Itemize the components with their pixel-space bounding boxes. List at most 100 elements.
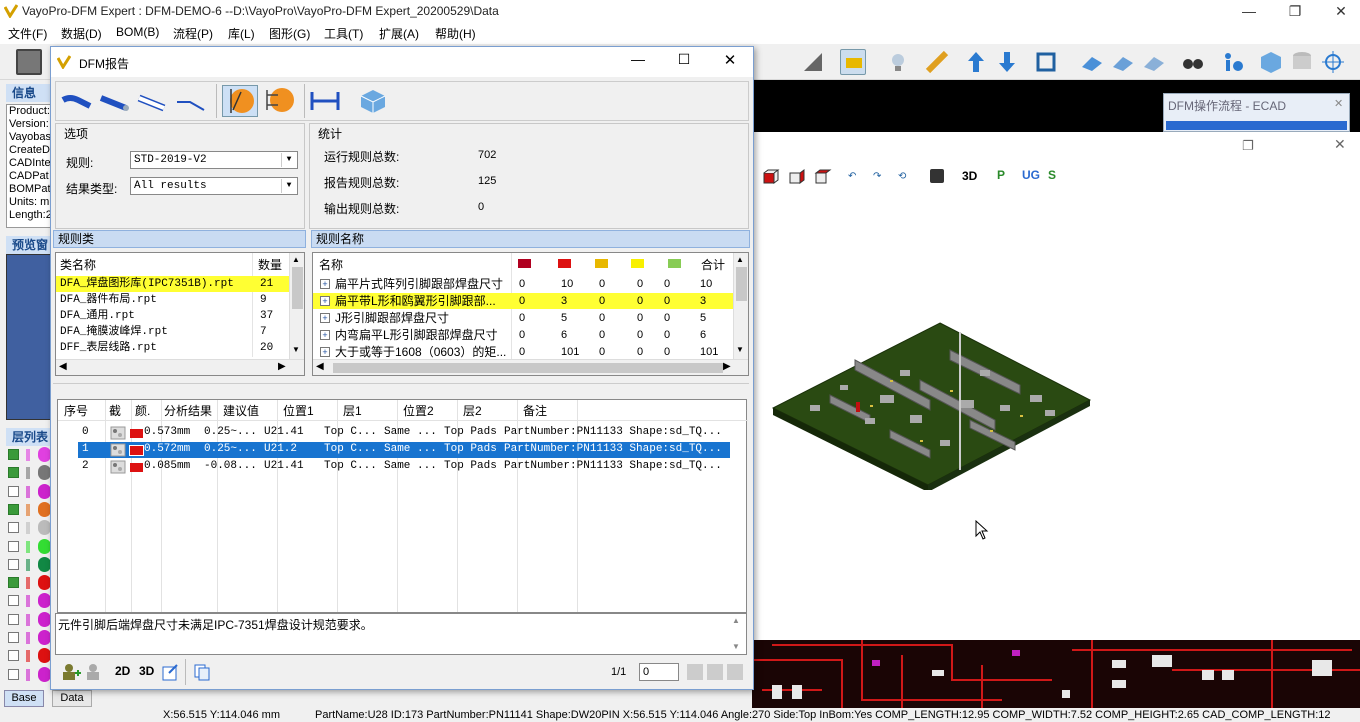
chip-icon[interactable] bbox=[840, 49, 866, 75]
scroll-down-icon[interactable]: ▼ bbox=[736, 345, 744, 354]
ruler-icon[interactable] bbox=[924, 49, 950, 75]
layer-checkbox[interactable] bbox=[8, 668, 19, 680]
expand-icon[interactable]: + bbox=[320, 279, 330, 289]
rule-header-total[interactable]: 合计 bbox=[701, 256, 725, 273]
layer-row[interactable] bbox=[6, 647, 52, 665]
bulb-icon[interactable] bbox=[885, 49, 911, 75]
scroll-down-icon[interactable]: ▼ bbox=[732, 642, 740, 651]
screenshot-icon[interactable] bbox=[110, 426, 126, 440]
category-row[interactable]: DFA_焊盘图形库(IPC7351B).rpt 21 bbox=[56, 276, 290, 292]
category-vscroll[interactable]: ▲ ▼ bbox=[289, 253, 304, 359]
menu-file[interactable]: 文件(F) bbox=[8, 25, 47, 42]
layer-row[interactable] bbox=[6, 483, 52, 501]
tab-data[interactable]: Data bbox=[52, 690, 92, 707]
menu-data[interactable]: 数据(D) bbox=[61, 25, 102, 42]
database-icon[interactable] bbox=[1289, 49, 1315, 75]
arrow-up-icon[interactable] bbox=[963, 49, 989, 75]
rule-vscroll[interactable]: ▲ ▼ bbox=[733, 253, 748, 359]
view-2d-button[interactable]: 2D bbox=[115, 664, 130, 678]
layer-checkbox[interactable] bbox=[8, 503, 19, 515]
screenshot-icon[interactable] bbox=[110, 460, 126, 474]
menu-help[interactable]: 帮助(H) bbox=[435, 25, 476, 42]
severity-2-swatch[interactable] bbox=[595, 259, 608, 268]
screenshot-icon[interactable] bbox=[110, 443, 126, 457]
tab-base[interactable]: Base bbox=[4, 690, 44, 707]
severity-3-swatch[interactable] bbox=[631, 259, 644, 268]
p-button[interactable]: P bbox=[997, 168, 1005, 182]
scroll-thumb[interactable] bbox=[292, 267, 303, 309]
preview-window[interactable] bbox=[6, 254, 52, 420]
category-row[interactable]: DFA_通用.rpt 37 bbox=[56, 308, 290, 324]
view-3d-button[interactable]: 3D bbox=[962, 169, 977, 183]
result-type-select[interactable]: All results ▼ bbox=[130, 177, 298, 195]
viewer-close-icon[interactable]: ✕ bbox=[1334, 136, 1346, 153]
rule-list[interactable]: 名称 合计 + 扁平片式阵列引脚跟部焊盘尺寸 0 10 0 0 0 10 + 扁平带L形… bbox=[312, 252, 749, 376]
layer-checkbox[interactable] bbox=[8, 449, 19, 460]
layer-row[interactable] bbox=[6, 519, 52, 537]
rule-row[interactable]: + 扁平带L形和鸥翼形引脚跟部... 0 3 0 0 0 3 bbox=[313, 293, 733, 309]
results-table[interactable]: 序号截颜. 分析结果 建议值 位置1 层1 位置2 层2 备注 0 0.573mm 0.25~..… bbox=[57, 399, 748, 613]
close-button[interactable]: ✕ bbox=[1318, 0, 1360, 22]
view-front-icon[interactable] bbox=[762, 169, 780, 185]
scroll-left-icon[interactable]: ◀ bbox=[59, 361, 67, 372]
dialog-minimize-button[interactable]: — bbox=[623, 51, 653, 73]
view-top-icon[interactable] bbox=[814, 169, 832, 185]
pin-line-icon[interactable] bbox=[174, 88, 208, 114]
view-3d-button[interactable]: 3D bbox=[139, 664, 154, 678]
new-icon[interactable] bbox=[16, 49, 42, 75]
page-up-button[interactable] bbox=[727, 664, 743, 680]
category-row[interactable]: DFA_器件布局.rpt 9 bbox=[56, 292, 290, 308]
layer-row[interactable] bbox=[6, 611, 52, 629]
category-row[interactable]: DFF_表层线路.rpt 20 bbox=[56, 340, 290, 356]
arrow-down-icon[interactable] bbox=[994, 49, 1020, 75]
dimension-icon[interactable] bbox=[308, 88, 342, 114]
page-down-button[interactable] bbox=[707, 664, 723, 680]
pin-outline-icon[interactable] bbox=[136, 88, 170, 114]
layer-row[interactable] bbox=[6, 446, 52, 464]
category-list[interactable]: 类名称 数量 DFA_焊盘图形库(IPC7351B).rpt 21 DFA_器件… bbox=[55, 252, 305, 376]
menu-graphics[interactable]: 图形(G) bbox=[269, 25, 310, 42]
severity-4-swatch[interactable] bbox=[668, 259, 681, 268]
expand-icon[interactable]: + bbox=[320, 296, 330, 306]
target-icon[interactable] bbox=[1320, 49, 1346, 75]
dialog-close-button[interactable]: ✕ bbox=[715, 51, 745, 73]
menu-process[interactable]: 流程(P) bbox=[173, 25, 213, 42]
page-prev-button[interactable] bbox=[687, 664, 703, 680]
scroll-thumb[interactable] bbox=[333, 363, 723, 373]
binoculars-icon[interactable] bbox=[1180, 49, 1206, 75]
severity-0-swatch[interactable] bbox=[518, 259, 531, 268]
layer-row[interactable] bbox=[6, 574, 52, 592]
pcb-layout-view[interactable] bbox=[752, 640, 1360, 708]
rule-row[interactable]: + J形引脚跟部焊盘尺寸 0 5 0 0 0 5 bbox=[313, 310, 733, 326]
expand-icon[interactable]: + bbox=[320, 330, 330, 340]
layer-row[interactable] bbox=[6, 464, 52, 482]
viewer-restore-icon[interactable]: ❐ bbox=[1242, 138, 1254, 154]
scroll-up-icon[interactable]: ▲ bbox=[732, 616, 740, 625]
cat-header-name[interactable]: 类名称 bbox=[60, 256, 96, 273]
menu-extend[interactable]: 扩展(A) bbox=[379, 25, 419, 42]
expand-icon[interactable]: + bbox=[320, 313, 330, 323]
layer-checkbox[interactable] bbox=[8, 485, 19, 497]
cat-header-count[interactable]: 数量 bbox=[258, 256, 282, 273]
layer-row[interactable] bbox=[6, 666, 52, 684]
scroll-right-icon[interactable]: ▶ bbox=[723, 361, 731, 372]
copy-icon[interactable] bbox=[193, 663, 211, 681]
severity-1-swatch[interactable] bbox=[558, 259, 571, 268]
layer-checkbox[interactable] bbox=[8, 467, 19, 479]
rectangle-icon[interactable] bbox=[1034, 49, 1060, 75]
add-user-icon[interactable] bbox=[61, 663, 81, 681]
component-3d-icon[interactable] bbox=[358, 88, 388, 114]
minimize-button[interactable]: — bbox=[1226, 0, 1272, 22]
layer-checkbox[interactable] bbox=[8, 522, 19, 534]
restore-button[interactable]: ❐ bbox=[1272, 0, 1318, 22]
menu-bom[interactable]: BOM(B) bbox=[116, 25, 159, 39]
ug-button[interactable]: UG bbox=[1022, 168, 1040, 182]
layer-row[interactable] bbox=[6, 592, 52, 610]
save-icon[interactable] bbox=[930, 169, 944, 183]
rotate-left-icon[interactable]: ↶ bbox=[848, 171, 856, 182]
tool-c-icon[interactable] bbox=[1141, 49, 1167, 75]
layer-checkbox[interactable] bbox=[8, 632, 19, 643]
rotate-icon[interactable]: ↷ bbox=[873, 171, 881, 182]
cube-icon[interactable] bbox=[1258, 49, 1284, 75]
rule-row[interactable]: + 大于或等于1608（0603）的矩... 0 101 0 0 0 101 bbox=[313, 344, 733, 360]
